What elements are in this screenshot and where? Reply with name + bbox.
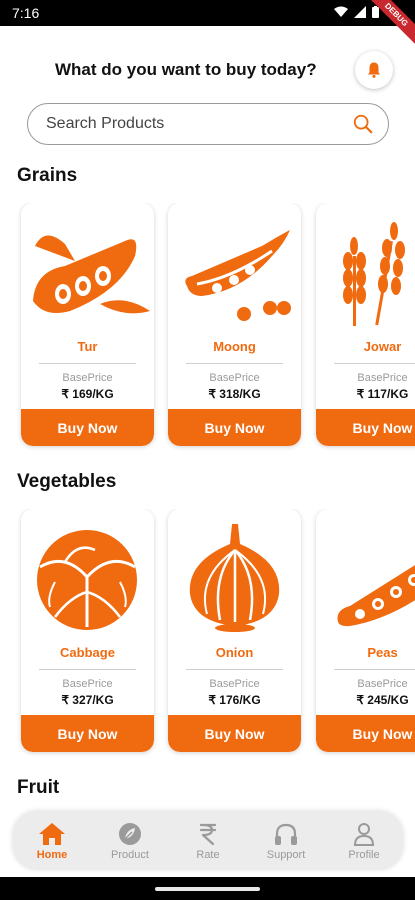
- search-icon[interactable]: [352, 113, 374, 135]
- product-price: ₹ 169/KG: [61, 387, 114, 401]
- divider: [39, 669, 136, 670]
- base-price-label: BasePrice: [62, 372, 113, 384]
- product-name: Jowar: [363, 339, 402, 354]
- product-name: Cabbage: [60, 645, 115, 660]
- base-price-label: BasePrice: [62, 678, 113, 690]
- vegetables-row[interactable]: Cabbage BasePrice ₹ 327/KG Buy Now Onion…: [0, 509, 415, 769]
- divider: [39, 363, 136, 364]
- onion-icon: [168, 519, 301, 634]
- headphones-icon: [275, 823, 297, 845]
- buy-now-button[interactable]: Buy Now: [316, 715, 415, 752]
- product-card-moong[interactable]: Moong BasePrice ₹ 318/KG Buy Now: [168, 203, 301, 446]
- buy-now-button[interactable]: Buy Now: [168, 409, 301, 446]
- base-price-label: BasePrice: [357, 678, 408, 690]
- nav-item-support[interactable]: Support: [251, 822, 321, 861]
- status-time: 7:16: [12, 5, 40, 21]
- product-name: Onion: [215, 645, 254, 660]
- product-name: Moong: [213, 339, 256, 354]
- base-price-label: BasePrice: [357, 372, 408, 384]
- cabbage-icon: [21, 519, 154, 634]
- section-title-grains: Grains: [17, 165, 78, 186]
- nav-item-home[interactable]: Home: [17, 822, 87, 861]
- product-card-jowar[interactable]: Jowar BasePrice ₹ 117/KG Buy Now: [316, 203, 415, 446]
- search-bar[interactable]: [27, 103, 389, 145]
- peas-pod-icon: [316, 519, 415, 634]
- product-card-peas[interactable]: Peas BasePrice ₹ 245/KG Buy Now: [316, 509, 415, 752]
- product-card-cabbage[interactable]: Cabbage BasePrice ₹ 327/KG Buy Now: [21, 509, 154, 752]
- bottom-navigation: Home Product Rate Support Profile: [13, 812, 403, 870]
- divider: [334, 363, 415, 364]
- wheat-icon: [316, 213, 415, 328]
- rupee-icon: [199, 823, 217, 845]
- nav-item-product[interactable]: Product: [95, 822, 165, 861]
- buy-now-button[interactable]: Buy Now: [168, 715, 301, 752]
- grains-row[interactable]: Tur BasePrice ₹ 169/KG Buy Now Moong Bas…: [0, 203, 415, 463]
- product-price: ₹ 117/KG: [356, 387, 409, 401]
- section-title-vegetables: Vegetables: [17, 471, 117, 492]
- nav-item-rate[interactable]: Rate: [173, 822, 243, 861]
- section-title-fruit: Fruit: [17, 777, 60, 798]
- nav-label: Product: [111, 848, 149, 861]
- nav-item-profile[interactable]: Profile: [329, 822, 399, 861]
- product-price: ₹ 245/KG: [356, 693, 409, 707]
- home-gesture-pill[interactable]: [155, 887, 260, 891]
- product-name: Tur: [77, 339, 98, 354]
- bell-icon: [368, 62, 380, 78]
- divider: [186, 363, 283, 364]
- divider: [186, 669, 283, 670]
- leaf-icon: [119, 822, 141, 845]
- home-icon: [39, 822, 65, 845]
- base-price-label: BasePrice: [209, 678, 260, 690]
- nav-label: Rate: [196, 848, 220, 861]
- person-icon: [353, 822, 375, 846]
- status-bar: 7:16 DEBUG: [0, 0, 415, 52]
- nav-label: Support: [266, 848, 306, 861]
- tur-dal-icon: [21, 213, 154, 328]
- wifi-icon: [334, 6, 348, 17]
- moong-pod-icon: [168, 213, 301, 328]
- buy-now-button[interactable]: Buy Now: [316, 409, 415, 446]
- nav-label: Home: [36, 848, 68, 861]
- status-icons: [334, 6, 379, 18]
- page-title: What do you want to buy today?: [55, 60, 317, 79]
- product-card-tur[interactable]: Tur BasePrice ₹ 169/KG Buy Now: [21, 203, 154, 446]
- nav-label: Profile: [348, 848, 380, 861]
- product-price: ₹ 176/KG: [208, 693, 261, 707]
- product-name: Peas: [367, 645, 398, 660]
- buy-now-button[interactable]: Buy Now: [21, 409, 154, 446]
- base-price-label: BasePrice: [209, 372, 260, 384]
- notification-button[interactable]: [355, 51, 393, 89]
- product-card-onion[interactable]: Onion BasePrice ₹ 176/KG Buy Now: [168, 509, 301, 752]
- divider: [334, 669, 415, 670]
- search-input[interactable]: [46, 112, 326, 136]
- signal-icon: [354, 6, 366, 18]
- buy-now-button[interactable]: Buy Now: [21, 715, 154, 752]
- product-price: ₹ 318/KG: [208, 387, 261, 401]
- product-price: ₹ 327/KG: [61, 693, 114, 707]
